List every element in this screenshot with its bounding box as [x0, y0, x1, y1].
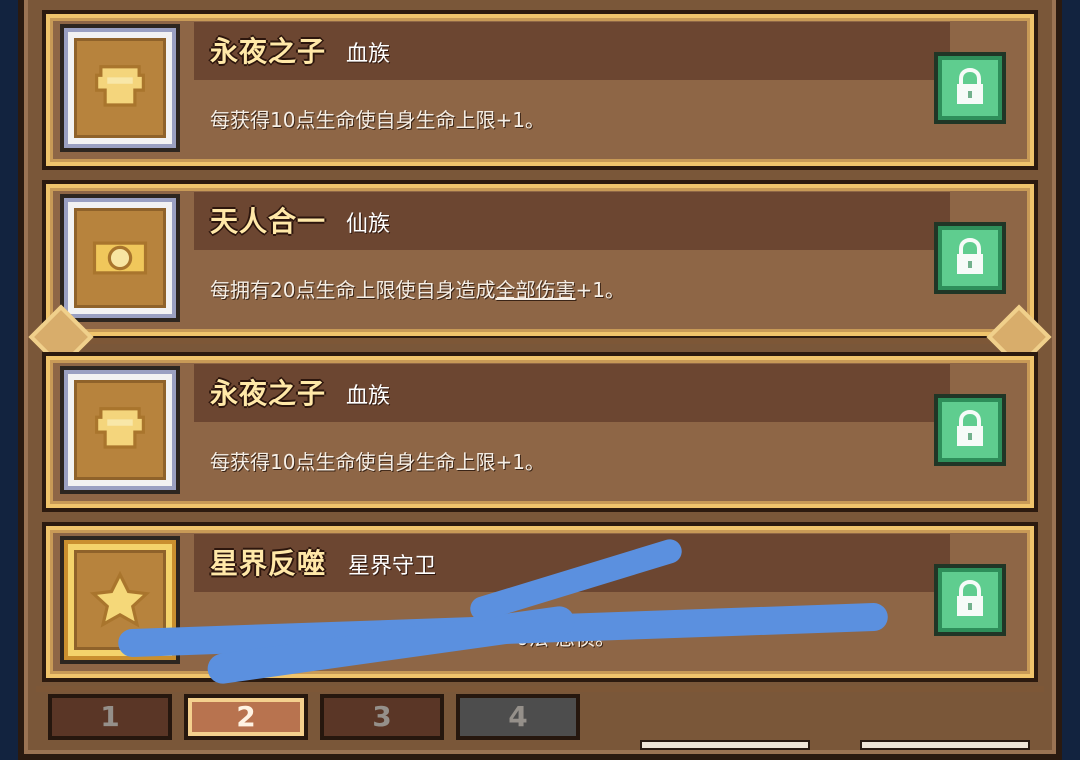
lock-icon	[957, 410, 983, 446]
lock-button[interactable]	[934, 564, 1006, 636]
card-icon-box	[60, 24, 180, 152]
card-description-prefix: 每拥有20点生命上限使自身造成	[210, 278, 496, 302]
ring-icon	[92, 241, 148, 275]
card-subtitle: 星界守卫	[348, 554, 437, 579]
page-button-2-active[interactable]: 2	[184, 694, 308, 740]
card-title: 星界反噬	[210, 547, 327, 580]
bottom-divider	[36, 686, 1044, 692]
card-4[interactable]: 星界反噬 星界守卫 0法 恶侦。	[42, 522, 1038, 686]
chalice-icon	[95, 407, 145, 449]
panel-divider	[36, 338, 1044, 344]
card-icon-tile	[74, 380, 166, 480]
card-1[interactable]: 永夜之子 血族 每获得10点生命使自身生命上限+1。	[42, 10, 1038, 170]
lock-button[interactable]	[934, 394, 1006, 466]
card-subtitle: 血族	[346, 42, 391, 67]
card-description: 每获得10点生命使自身生命上限+1。	[210, 450, 545, 474]
lock-icon	[957, 580, 983, 616]
damage-link[interactable]: 全部伤害	[495, 278, 575, 302]
card-description-suffix: +1。	[575, 278, 625, 302]
lock-icon	[957, 238, 983, 274]
card-title: 永夜之子	[210, 35, 327, 68]
card-icon-tile	[74, 208, 166, 308]
card-2[interactable]: 天人合一 仙族 每拥有20点生命上限使自身造成全部伤害+1。	[42, 180, 1038, 340]
card-title: 天人合一	[210, 205, 327, 238]
bottom-fragment-right	[860, 740, 1030, 750]
card-icon-box	[60, 366, 180, 494]
chalice-icon	[95, 65, 145, 107]
pagination: 1 2 3 4	[48, 694, 608, 740]
lock-icon	[957, 68, 983, 104]
card-icon-box	[60, 194, 180, 322]
card-title: 永夜之子	[210, 377, 327, 410]
card-subtitle: 仙族	[346, 212, 391, 237]
card-3[interactable]: 永夜之子 血族 每获得10点生命使自身生命上限+1。	[42, 352, 1038, 512]
page-button-3[interactable]: 3	[320, 694, 444, 740]
bottom-fragment-left	[640, 740, 810, 750]
page-button-4[interactable]: 4	[456, 694, 580, 740]
card-icon-tile	[74, 38, 166, 138]
lock-button[interactable]	[934, 52, 1006, 124]
card-description: 每拥有20点生命上限使自身造成全部伤害+1。	[210, 274, 625, 303]
page-button-1[interactable]: 1	[48, 694, 172, 740]
lock-button[interactable]	[934, 222, 1006, 294]
card-subtitle: 血族	[346, 384, 391, 409]
card-description: 每获得10点生命使自身生命上限+1。	[210, 108, 545, 132]
star-icon	[89, 570, 151, 628]
